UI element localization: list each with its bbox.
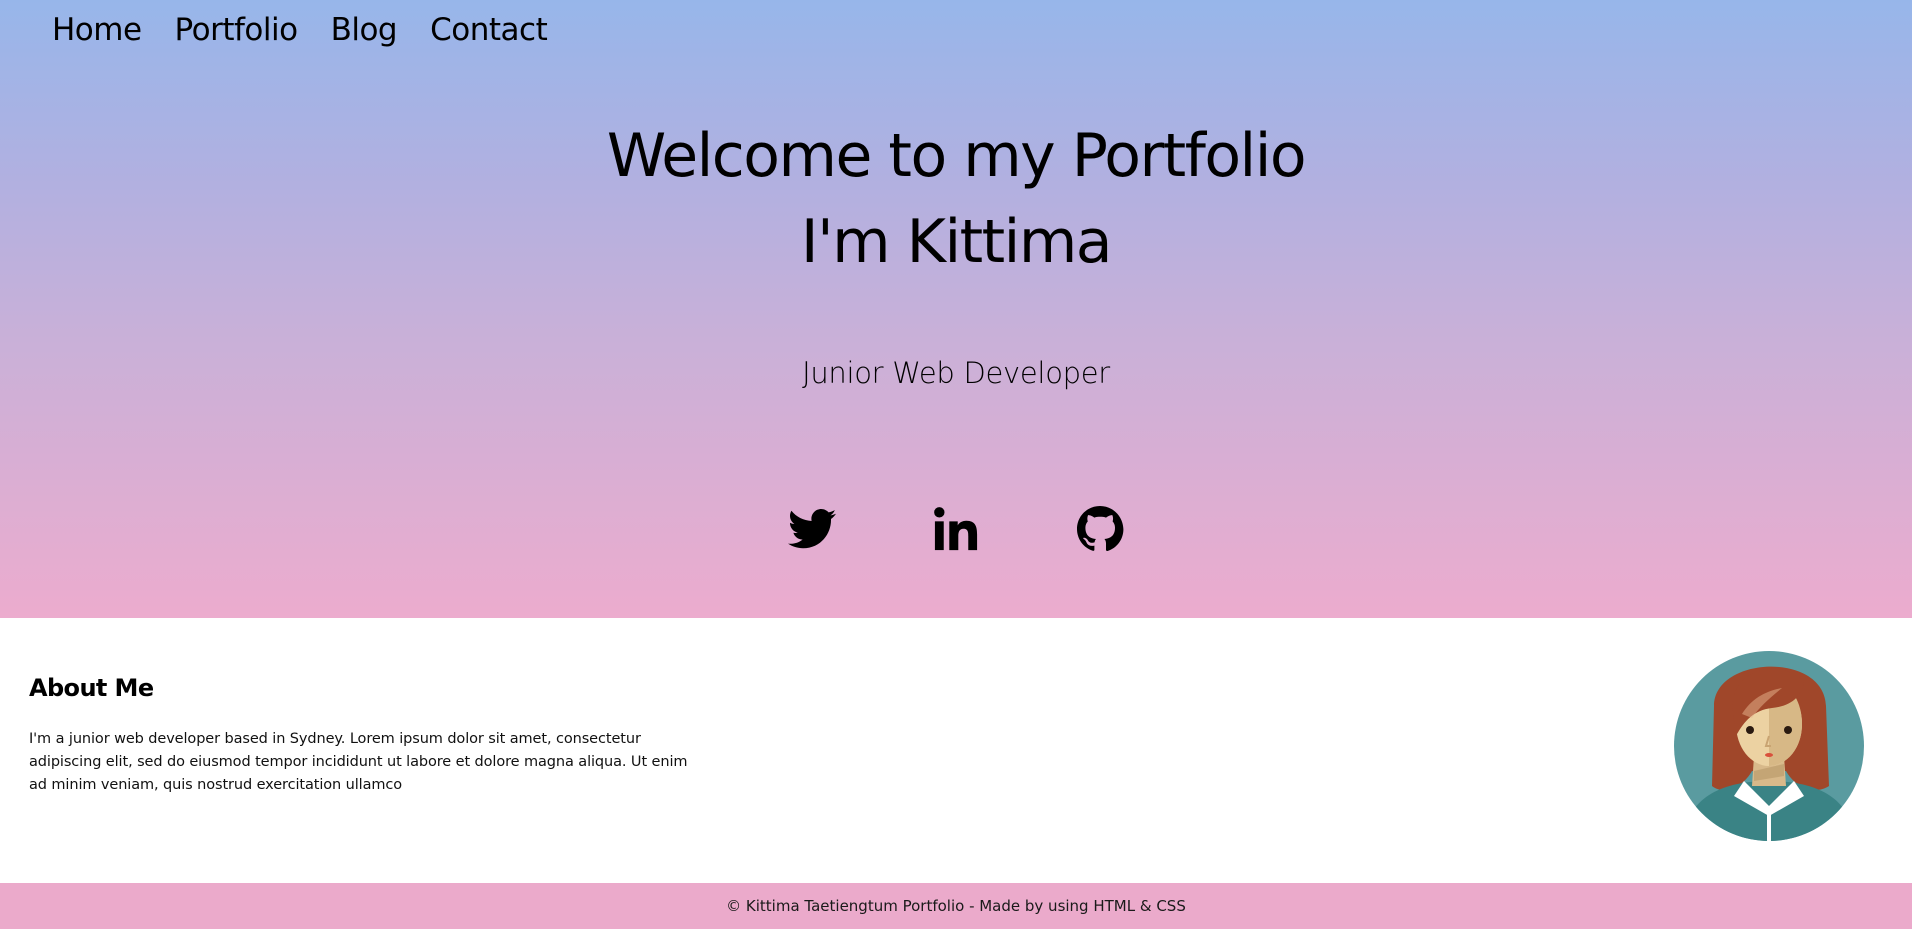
hero-title-line-1: Welcome to my Portfolio — [606, 121, 1307, 191]
nav-contact-link[interactable]: Contact — [430, 12, 548, 48]
about-heading: About Me — [29, 674, 154, 702]
avatar — [1674, 636, 1864, 842]
linkedin-icon[interactable] — [932, 505, 980, 553]
about-section: About Me I'm a junior web developer base… — [0, 618, 1912, 883]
hero-title: Welcome to my Portfolio I'm Kittima — [0, 113, 1912, 285]
footer-text: © Kittima Taetiengtum Portfolio - Made b… — [726, 897, 1186, 915]
nav-home-link[interactable]: Home — [52, 12, 142, 48]
footer: © Kittima Taetiengtum Portfolio - Made b… — [0, 883, 1912, 929]
top-nav: Home Portfolio Blog Contact — [52, 12, 548, 48]
about-body: I'm a junior web developer based in Sydn… — [29, 731, 688, 793]
social-links — [0, 505, 1912, 553]
github-icon[interactable] — [1076, 505, 1124, 553]
hero-subtitle: Junior Web Developer — [802, 356, 1110, 390]
hero-title-line-2: I'm Kittima — [800, 207, 1113, 277]
nav-portfolio-link[interactable]: Portfolio — [175, 12, 299, 48]
twitter-icon[interactable] — [788, 505, 836, 553]
hero-section: Home Portfolio Blog Contact Welcome to m… — [0, 0, 1912, 618]
nav-blog-link[interactable]: Blog — [331, 12, 398, 48]
